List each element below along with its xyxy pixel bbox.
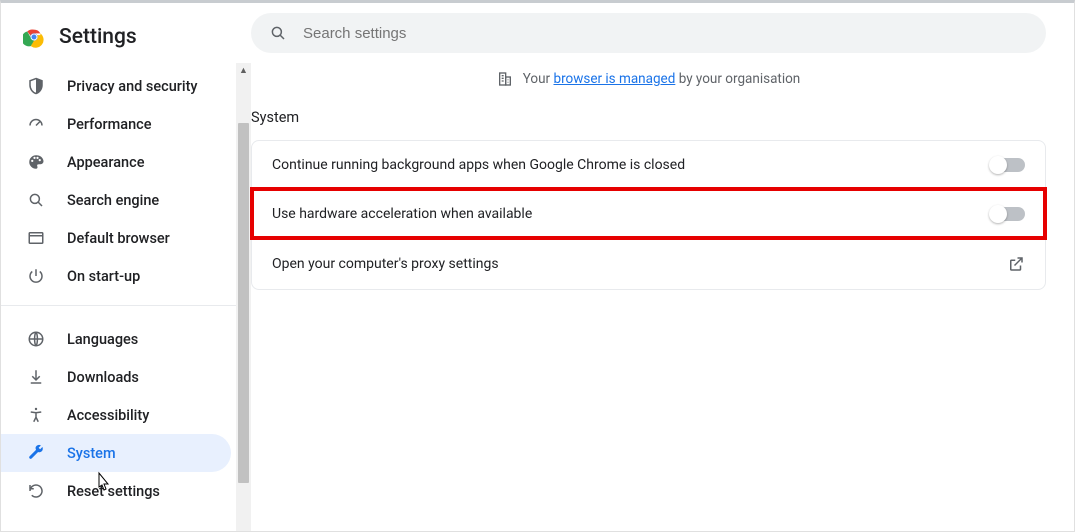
sidebar-item-label: Downloads xyxy=(67,369,139,386)
sidebar-item-privacy[interactable]: Privacy and security xyxy=(1,67,231,105)
nav-group-1: Privacy and security Performance Appeara… xyxy=(1,63,251,295)
sidebar-item-label: System xyxy=(67,445,116,462)
brand: Settings xyxy=(1,13,251,63)
sidebar-item-label: Reset settings xyxy=(67,483,160,500)
accessibility-icon xyxy=(27,406,45,424)
scroll-up-arrow-icon[interactable]: ▲ xyxy=(236,63,251,78)
sidebar-item-search-engine[interactable]: Search engine xyxy=(1,181,231,219)
sidebar-item-reset-settings[interactable]: Reset settings xyxy=(1,472,231,510)
sidebar-item-label: Default browser xyxy=(67,230,170,247)
sidebar-item-label: Search engine xyxy=(67,192,159,209)
managed-text: Your browser is managed by your organisa… xyxy=(523,71,801,87)
toggle-hardware-acceleration[interactable] xyxy=(991,207,1025,221)
wrench-icon xyxy=(27,444,45,462)
sidebar-item-performance[interactable]: Performance xyxy=(1,105,231,143)
sidebar-item-accessibility[interactable]: Accessibility xyxy=(1,396,231,434)
section-title: System xyxy=(251,109,1046,126)
nav-group-2: Languages Downloads Accessibility System xyxy=(1,316,251,510)
external-link-icon xyxy=(1007,255,1025,273)
power-icon xyxy=(27,267,45,285)
sidebar-item-default-browser[interactable]: Default browser xyxy=(1,219,231,257)
sidebar-item-label: Appearance xyxy=(67,154,144,171)
sidebar-item-label: Languages xyxy=(67,331,138,348)
row-label: Continue running background apps when Go… xyxy=(272,157,685,173)
toggle-background-apps[interactable] xyxy=(991,158,1025,172)
row-background-apps[interactable]: Continue running background apps when Go… xyxy=(252,141,1045,189)
sidebar-item-label: Performance xyxy=(67,116,152,133)
search-bar[interactable] xyxy=(251,13,1046,53)
page-title: Settings xyxy=(59,25,137,49)
managed-link[interactable]: browser is managed xyxy=(553,71,675,87)
globe-icon xyxy=(27,330,45,348)
sidebar-item-label: Privacy and security xyxy=(67,78,198,95)
search-icon xyxy=(27,191,45,209)
sidebar-item-label: On start-up xyxy=(67,268,140,285)
chrome-logo-icon xyxy=(23,26,45,48)
scrollbar-thumb[interactable] xyxy=(238,123,249,483)
managed-banner: Your browser is managed by your organisa… xyxy=(251,71,1046,87)
search-icon xyxy=(269,24,287,42)
sidebar-item-on-startup[interactable]: On start-up xyxy=(1,257,231,295)
row-proxy-settings[interactable]: Open your computer's proxy settings xyxy=(252,238,1045,289)
building-icon xyxy=(497,71,513,87)
sidebar-divider xyxy=(1,305,251,306)
system-card: Continue running background apps when Go… xyxy=(251,140,1046,290)
row-label: Use hardware acceleration when available xyxy=(272,206,532,222)
sidebar-item-appearance[interactable]: Appearance xyxy=(1,143,231,181)
palette-icon xyxy=(27,153,45,171)
main-content: Your browser is managed by your organisa… xyxy=(251,3,1074,531)
sidebar-item-system[interactable]: System xyxy=(1,434,231,472)
sidebar: Settings Privacy and security Performanc… xyxy=(1,3,251,531)
search-input[interactable] xyxy=(303,25,1028,42)
sidebar-item-label: Accessibility xyxy=(67,407,149,424)
scrollbar[interactable]: ▲ xyxy=(236,63,251,531)
row-hardware-acceleration[interactable]: Use hardware acceleration when available xyxy=(252,189,1045,238)
sidebar-item-downloads[interactable]: Downloads xyxy=(1,358,231,396)
row-label: Open your computer's proxy settings xyxy=(272,256,499,272)
restore-icon xyxy=(27,482,45,500)
download-icon xyxy=(27,368,45,386)
shield-icon xyxy=(27,77,45,95)
speedometer-icon xyxy=(27,115,45,133)
browser-window-icon xyxy=(27,229,45,247)
sidebar-item-languages[interactable]: Languages xyxy=(1,320,231,358)
